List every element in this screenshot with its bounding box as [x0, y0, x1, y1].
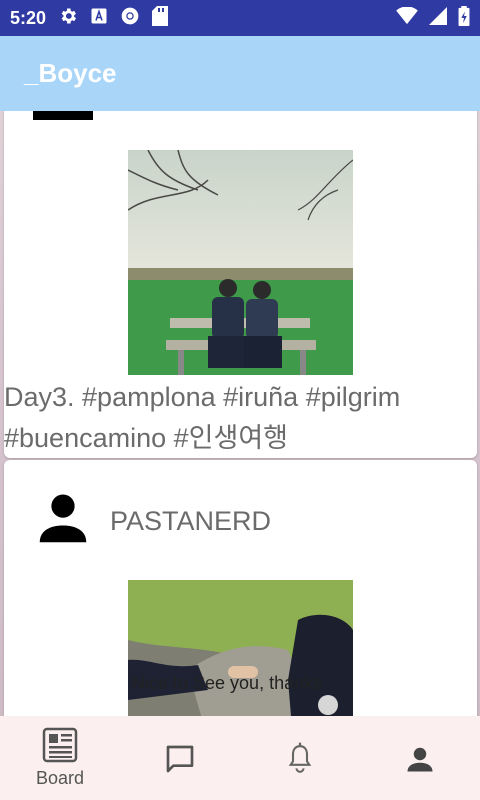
post-caption: Day3. #pamplona #iruña #pilgrim #buencam… [4, 382, 401, 453]
status-time: 5:20 [10, 7, 47, 28]
nav-item-profile[interactable] [360, 716, 480, 800]
sd-card-icon [152, 5, 169, 31]
cell-signal-icon [428, 6, 448, 30]
newspaper-icon [42, 727, 78, 763]
app-title: _Boyce [24, 58, 117, 88]
avatar-partial [33, 111, 93, 120]
post-card[interactable]: Day3. #pamplona #iruña #pilgrim #buencam… [4, 111, 477, 458]
photo-overlay-text: Nice to See you, thanks [132, 673, 323, 693]
nav-item-notifications[interactable] [240, 716, 360, 800]
person-icon [407, 747, 433, 772]
nav-label-board: Board [35, 768, 85, 788]
post-username: PASTANERD [110, 506, 272, 536]
bell-icon [288, 742, 312, 773]
post-card[interactable]: PASTANERD Nice to See you, thanks [4, 460, 477, 716]
feed[interactable]: Day3. #pamplona #iruña #pilgrim #buencam… [0, 111, 480, 716]
post-header[interactable]: PASTANERD [32, 488, 271, 555]
status-bar: 5:20 [0, 0, 480, 36]
settings-icon [58, 6, 78, 31]
bottom-nav: Board [0, 716, 480, 800]
nav-item-chat[interactable] [120, 716, 240, 800]
chrome-icon [120, 6, 140, 31]
battery-icon [458, 5, 470, 31]
app-bar: _Boyce [0, 36, 480, 111]
post-photo[interactable] [128, 150, 353, 375]
nav-item-board[interactable]: Board [0, 716, 120, 800]
chat-icon [166, 745, 194, 773]
person-icon [32, 488, 94, 555]
post-photo[interactable]: Nice to See you, thanks [128, 580, 353, 716]
font-icon [90, 7, 108, 30]
wifi-icon [396, 5, 418, 30]
